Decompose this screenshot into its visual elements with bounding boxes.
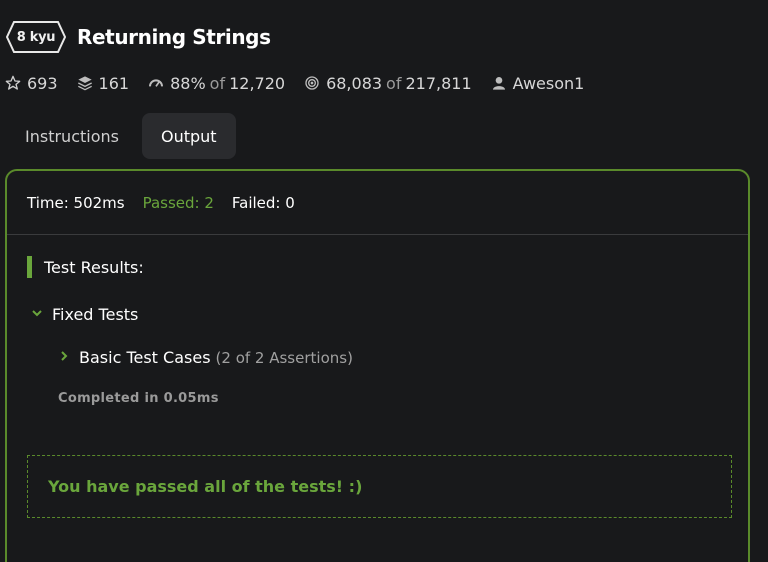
fixed-tests-label: Fixed Tests [52, 305, 139, 324]
collections-stat[interactable]: 161 [76, 73, 130, 93]
kata-header: 8 kyu Returning Strings [6, 20, 271, 54]
kata-stats: 693 161 88% of 12,720 68,083 of 217,811 [4, 71, 602, 95]
success-message: You have passed all of the tests! :) [48, 477, 363, 496]
kata-tabs: Instructions Output [6, 113, 236, 159]
rank-label: 8 kyu [16, 29, 56, 45]
completed-count: 68,083 [326, 73, 383, 93]
success-message-box: You have passed all of the tests! :) [27, 455, 732, 518]
output-panel: Time: 502ms Passed: 2 Failed: 0 Test Res… [5, 169, 750, 562]
assertions-count: (2 of 2 Assertions) [215, 348, 353, 367]
satisfaction-rate: 88% [170, 73, 206, 93]
user-icon [490, 74, 508, 92]
votes-count: 12,720 [229, 73, 286, 93]
kata-title[interactable]: Returning Strings [77, 25, 271, 49]
failed-label: Failed: 0 [231, 193, 295, 212]
kata-page: 8 kyu Returning Strings 693 161 88% of 1… [0, 0, 768, 562]
heading-accent-bar [27, 256, 32, 278]
completed-time: Completed in 0.05ms [58, 391, 219, 406]
tab-output[interactable]: Output [141, 113, 236, 159]
author-name: Aweson1 [512, 73, 585, 93]
basic-test-cases-item[interactable]: Basic Test Cases (2 of 2 Assertions) [58, 348, 353, 367]
layers-icon [76, 74, 94, 92]
chevron-down-icon [31, 307, 43, 323]
fixed-tests-group[interactable]: Fixed Tests [31, 305, 138, 324]
attempts-count: 217,811 [405, 73, 472, 93]
author-stat[interactable]: Aweson1 [490, 73, 585, 93]
target-icon [303, 74, 321, 92]
tab-instructions[interactable]: Instructions [6, 113, 138, 159]
test-results-heading: Test Results: [27, 256, 144, 278]
chevron-right-icon [58, 350, 70, 366]
test-summary: Time: 502ms Passed: 2 Failed: 0 [7, 171, 748, 235]
time-label: Time: 502ms [27, 193, 125, 212]
gauge-icon [147, 74, 165, 92]
completed-of: of [386, 73, 402, 93]
satisfaction-stat: 88% of 12,720 [147, 74, 285, 93]
completions-stat: 68,083 of 217,811 [303, 74, 472, 93]
stars-count: 693 [27, 73, 58, 93]
collections-count: 161 [98, 73, 130, 93]
basic-test-cases-label: Basic Test Cases [79, 348, 211, 367]
passed-label: Passed: 2 [142, 193, 214, 212]
star-icon [4, 74, 22, 92]
stars-stat[interactable]: 693 [4, 74, 58, 93]
satisfaction-of: of [209, 73, 226, 93]
test-results-label: Test Results: [44, 257, 144, 277]
rank-badge[interactable]: 8 kyu [6, 21, 66, 53]
